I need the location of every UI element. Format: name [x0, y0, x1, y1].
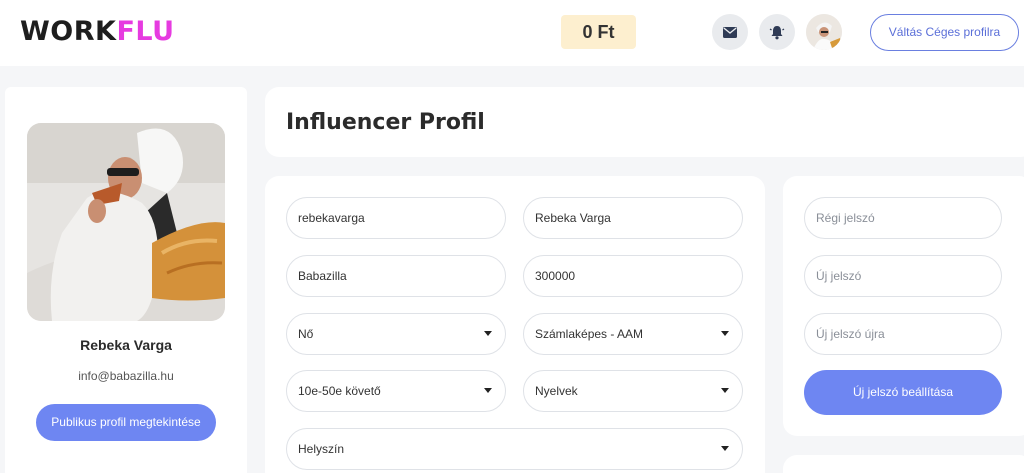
balance-badge: 0 Ft — [561, 15, 636, 49]
top-navigation-bar: WORKFLU 0 Ft Váltás Céges profilra — [0, 0, 1024, 66]
company-input[interactable]: Babazilla — [286, 255, 506, 297]
logo-text-work: WORK — [20, 16, 117, 47]
languages-select-value: Nyelvek — [535, 384, 578, 398]
profile-email: info@babazilla.hu — [78, 369, 174, 383]
profile-name: Rebeka Varga — [80, 337, 172, 353]
old-password-input[interactable]: Régi jelszó — [804, 197, 1002, 239]
set-new-password-button[interactable]: Új jelszó beállítása — [804, 370, 1002, 415]
caret-down-icon — [484, 331, 492, 336]
invoice-select[interactable]: Számlaképes - AAM — [523, 313, 743, 355]
location-select[interactable]: Helyszín — [286, 428, 743, 470]
gender-select-value: Nő — [298, 327, 314, 341]
languages-select[interactable]: Nyelvek — [523, 370, 743, 412]
messages-button[interactable] — [712, 14, 748, 50]
followers-select-value: 10e-50e követő — [298, 384, 381, 398]
username-input[interactable]: rebekavarga — [286, 197, 506, 239]
logo-text-flu: FLU — [116, 16, 175, 47]
caret-down-icon — [721, 388, 729, 393]
page-title: Influencer Profil — [286, 110, 485, 135]
amount-input[interactable]: 300000 — [523, 255, 743, 297]
user-avatar[interactable] — [806, 14, 842, 50]
envelope-icon — [723, 26, 737, 38]
repeat-password-input[interactable]: Új jelszó újra — [804, 313, 1002, 355]
caret-down-icon — [484, 388, 492, 393]
workflu-logo[interactable]: WORKFLU — [20, 16, 175, 47]
secondary-card — [783, 455, 1024, 473]
invoice-select-value: Számlaképes - AAM — [535, 327, 644, 341]
location-select-value: Helyszín — [298, 442, 345, 456]
new-password-input[interactable]: Új jelszó — [804, 255, 1002, 297]
caret-down-icon — [721, 446, 729, 451]
gender-select[interactable]: Nő — [286, 313, 506, 355]
switch-to-company-profile-button[interactable]: Váltás Céges profilra — [870, 14, 1019, 51]
view-public-profile-button[interactable]: Publikus profil megtekintése — [36, 404, 216, 441]
caret-down-icon — [721, 331, 729, 336]
profile-photo — [27, 123, 225, 321]
followers-select[interactable]: 10e-50e követő — [286, 370, 506, 412]
bell-icon — [769, 25, 785, 39]
notifications-button[interactable] — [759, 14, 795, 50]
full-name-input[interactable]: Rebeka Varga — [523, 197, 743, 239]
